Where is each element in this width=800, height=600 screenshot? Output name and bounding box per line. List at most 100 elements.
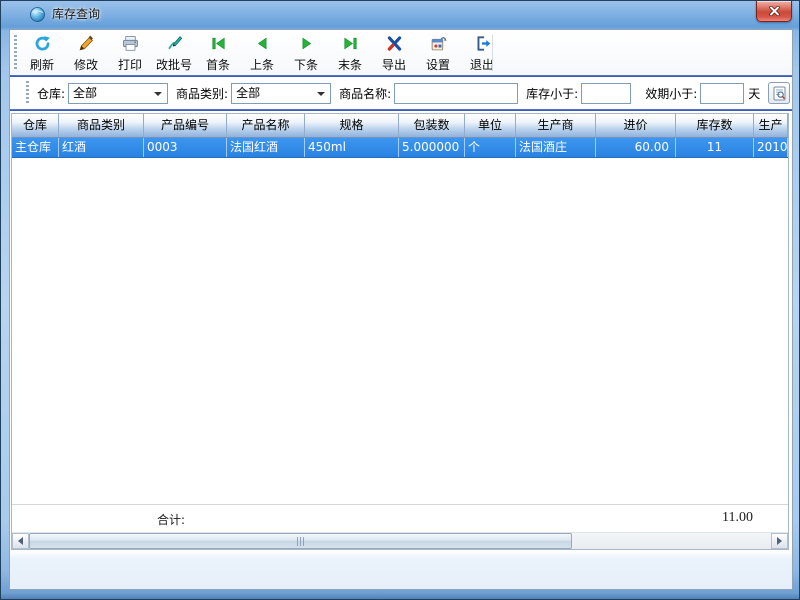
cell-category: 红酒 xyxy=(59,138,144,157)
product-name-label: 商品名称: xyxy=(339,85,391,102)
print-button[interactable]: 打印 xyxy=(108,32,152,74)
column-header-stock-count[interactable]: 库存数 xyxy=(676,114,754,137)
exit-button[interactable]: 退出 xyxy=(460,32,504,74)
toolbar-button-label: 导出 xyxy=(382,58,406,72)
toolbar-button-label: 刷新 xyxy=(30,58,54,72)
expiry-less-label: 效期小于: xyxy=(645,85,697,102)
scrollbar-thumb[interactable] xyxy=(29,533,572,549)
column-header-production-date[interactable]: 生产 xyxy=(754,114,788,137)
column-header-warehouse[interactable]: 仓库 xyxy=(12,114,59,137)
scroll-right-button[interactable] xyxy=(771,533,788,549)
toolbar-button-label: 改批号 xyxy=(156,58,192,72)
edit-icon xyxy=(78,35,95,52)
toolbar-button-label: 首条 xyxy=(206,58,230,72)
toolbar: 刷新 修改 打印 xyxy=(10,31,792,75)
last-record-icon xyxy=(342,35,359,52)
toolbar-button-label: 下条 xyxy=(294,58,318,72)
toolbar-button-label: 末条 xyxy=(338,58,362,72)
category-select[interactable]: 全部 xyxy=(231,83,331,104)
close-button[interactable] xyxy=(756,1,792,22)
inventory-grid: 仓库 商品类别 产品编号 产品名称 规格 包装数 单位 生产商 进价 库存数 生… xyxy=(11,113,789,550)
column-header-spec[interactable]: 规格 xyxy=(305,114,399,137)
scroll-left-button[interactable] xyxy=(12,533,29,549)
first-record-icon xyxy=(210,35,227,52)
export-button[interactable]: 导出 xyxy=(372,32,416,74)
app-window: 库存查询 刷新 xyxy=(0,0,800,600)
grid-footer-row: 合计: 11.00 xyxy=(12,504,788,532)
horizontal-scrollbar[interactable] xyxy=(12,532,788,549)
toolbar-button-label: 上条 xyxy=(250,58,274,72)
chevron-down-icon xyxy=(317,92,325,96)
cell-purchase-price: 60.00 xyxy=(596,138,676,157)
thumb-grip-icon xyxy=(297,537,305,546)
window-bottom-strip xyxy=(10,551,792,589)
cell-pack-count: 5.000000 xyxy=(399,138,465,157)
settings-form-icon xyxy=(430,35,447,52)
days-label: 天 xyxy=(748,85,760,102)
product-name-input[interactable] xyxy=(394,83,518,104)
close-icon xyxy=(769,6,780,16)
cell-product-id: 0003 xyxy=(144,138,227,157)
refresh-icon xyxy=(34,35,51,52)
total-label: 合计: xyxy=(157,511,185,528)
first-record-button[interactable]: 首条 xyxy=(196,32,240,74)
toolbar-buttons: 刷新 修改 打印 xyxy=(20,32,504,74)
grid-header-row: 仓库 商品类别 产品编号 产品名称 规格 包装数 单位 生产商 进价 库存数 生… xyxy=(12,114,788,138)
warehouse-label: 仓库: xyxy=(37,85,65,102)
prev-record-button[interactable]: 上条 xyxy=(240,32,284,74)
column-header-purchase-price[interactable]: 进价 xyxy=(596,114,676,137)
cell-product-name: 法国红酒 xyxy=(227,138,305,157)
filterbar-grip[interactable] xyxy=(26,81,29,105)
batch-edit-button[interactable]: 改批号 xyxy=(152,32,196,74)
column-header-unit[interactable]: 单位 xyxy=(465,114,516,137)
toolbar-button-label: 打印 xyxy=(118,58,142,72)
expiry-less-input[interactable] xyxy=(700,83,744,104)
warehouse-selected-value: 全部 xyxy=(73,86,97,100)
edit-button[interactable]: 修改 xyxy=(64,32,108,74)
search-button[interactable] xyxy=(768,82,790,104)
grid-empty-area xyxy=(12,158,788,504)
titlebar: 库存查询 xyxy=(1,1,800,29)
prev-record-icon xyxy=(254,35,271,52)
column-header-pack-count[interactable]: 包装数 xyxy=(399,114,465,137)
warehouse-select[interactable]: 全部 xyxy=(68,83,168,104)
column-header-product-id[interactable]: 产品编号 xyxy=(144,114,227,137)
scroll-right-icon xyxy=(777,537,782,545)
exit-door-icon xyxy=(474,35,491,52)
cell-manufacturer: 法国酒庄 xyxy=(516,138,596,157)
cell-production-date: 2010- xyxy=(754,138,788,157)
toolbar-grip[interactable] xyxy=(14,35,17,71)
filter-bar: 仓库: 全部 商品类别: 全部 商品名称: 库存小于: 效期小于: 天 xyxy=(10,77,792,109)
total-value: 11.00 xyxy=(722,510,753,526)
settings-button[interactable]: 设置 xyxy=(416,32,460,74)
table-row-selected[interactable]: 主仓库 红酒 0003 法国红酒 450ml 5.000000 个 法国酒庄 6… xyxy=(12,138,788,158)
last-record-button[interactable]: 末条 xyxy=(328,32,372,74)
category-selected-value: 全部 xyxy=(236,86,260,100)
globe-sphere-icon xyxy=(29,6,46,23)
stock-less-label: 库存小于: xyxy=(526,85,578,102)
window-title: 库存查询 xyxy=(52,1,100,29)
next-record-button[interactable]: 下条 xyxy=(284,32,328,74)
scroll-left-icon xyxy=(18,537,23,545)
separator-line xyxy=(10,109,792,111)
toolbar-button-label: 设置 xyxy=(426,58,450,72)
toolbar-divider xyxy=(492,35,493,71)
column-header-manufacturer[interactable]: 生产商 xyxy=(516,114,596,137)
cell-stock-count: 11 xyxy=(676,138,754,157)
toolbar-button-label: 修改 xyxy=(74,58,98,72)
cell-unit: 个 xyxy=(465,138,516,157)
category-label: 商品类别: xyxy=(176,85,228,102)
refresh-button[interactable]: 刷新 xyxy=(20,32,64,74)
toolbar-button-label: 退出 xyxy=(470,58,494,72)
batch-edit-pen-icon xyxy=(166,35,183,52)
stock-less-input[interactable] xyxy=(581,83,631,104)
chevron-down-icon xyxy=(154,92,162,96)
column-header-category[interactable]: 商品类别 xyxy=(59,114,144,137)
export-x-icon xyxy=(386,35,403,52)
cell-warehouse: 主仓库 xyxy=(12,138,59,157)
search-document-icon xyxy=(773,86,786,101)
column-header-product-name[interactable]: 产品名称 xyxy=(227,114,305,137)
next-record-icon xyxy=(298,35,315,52)
print-icon xyxy=(122,35,139,52)
cell-spec: 450ml xyxy=(305,138,399,157)
